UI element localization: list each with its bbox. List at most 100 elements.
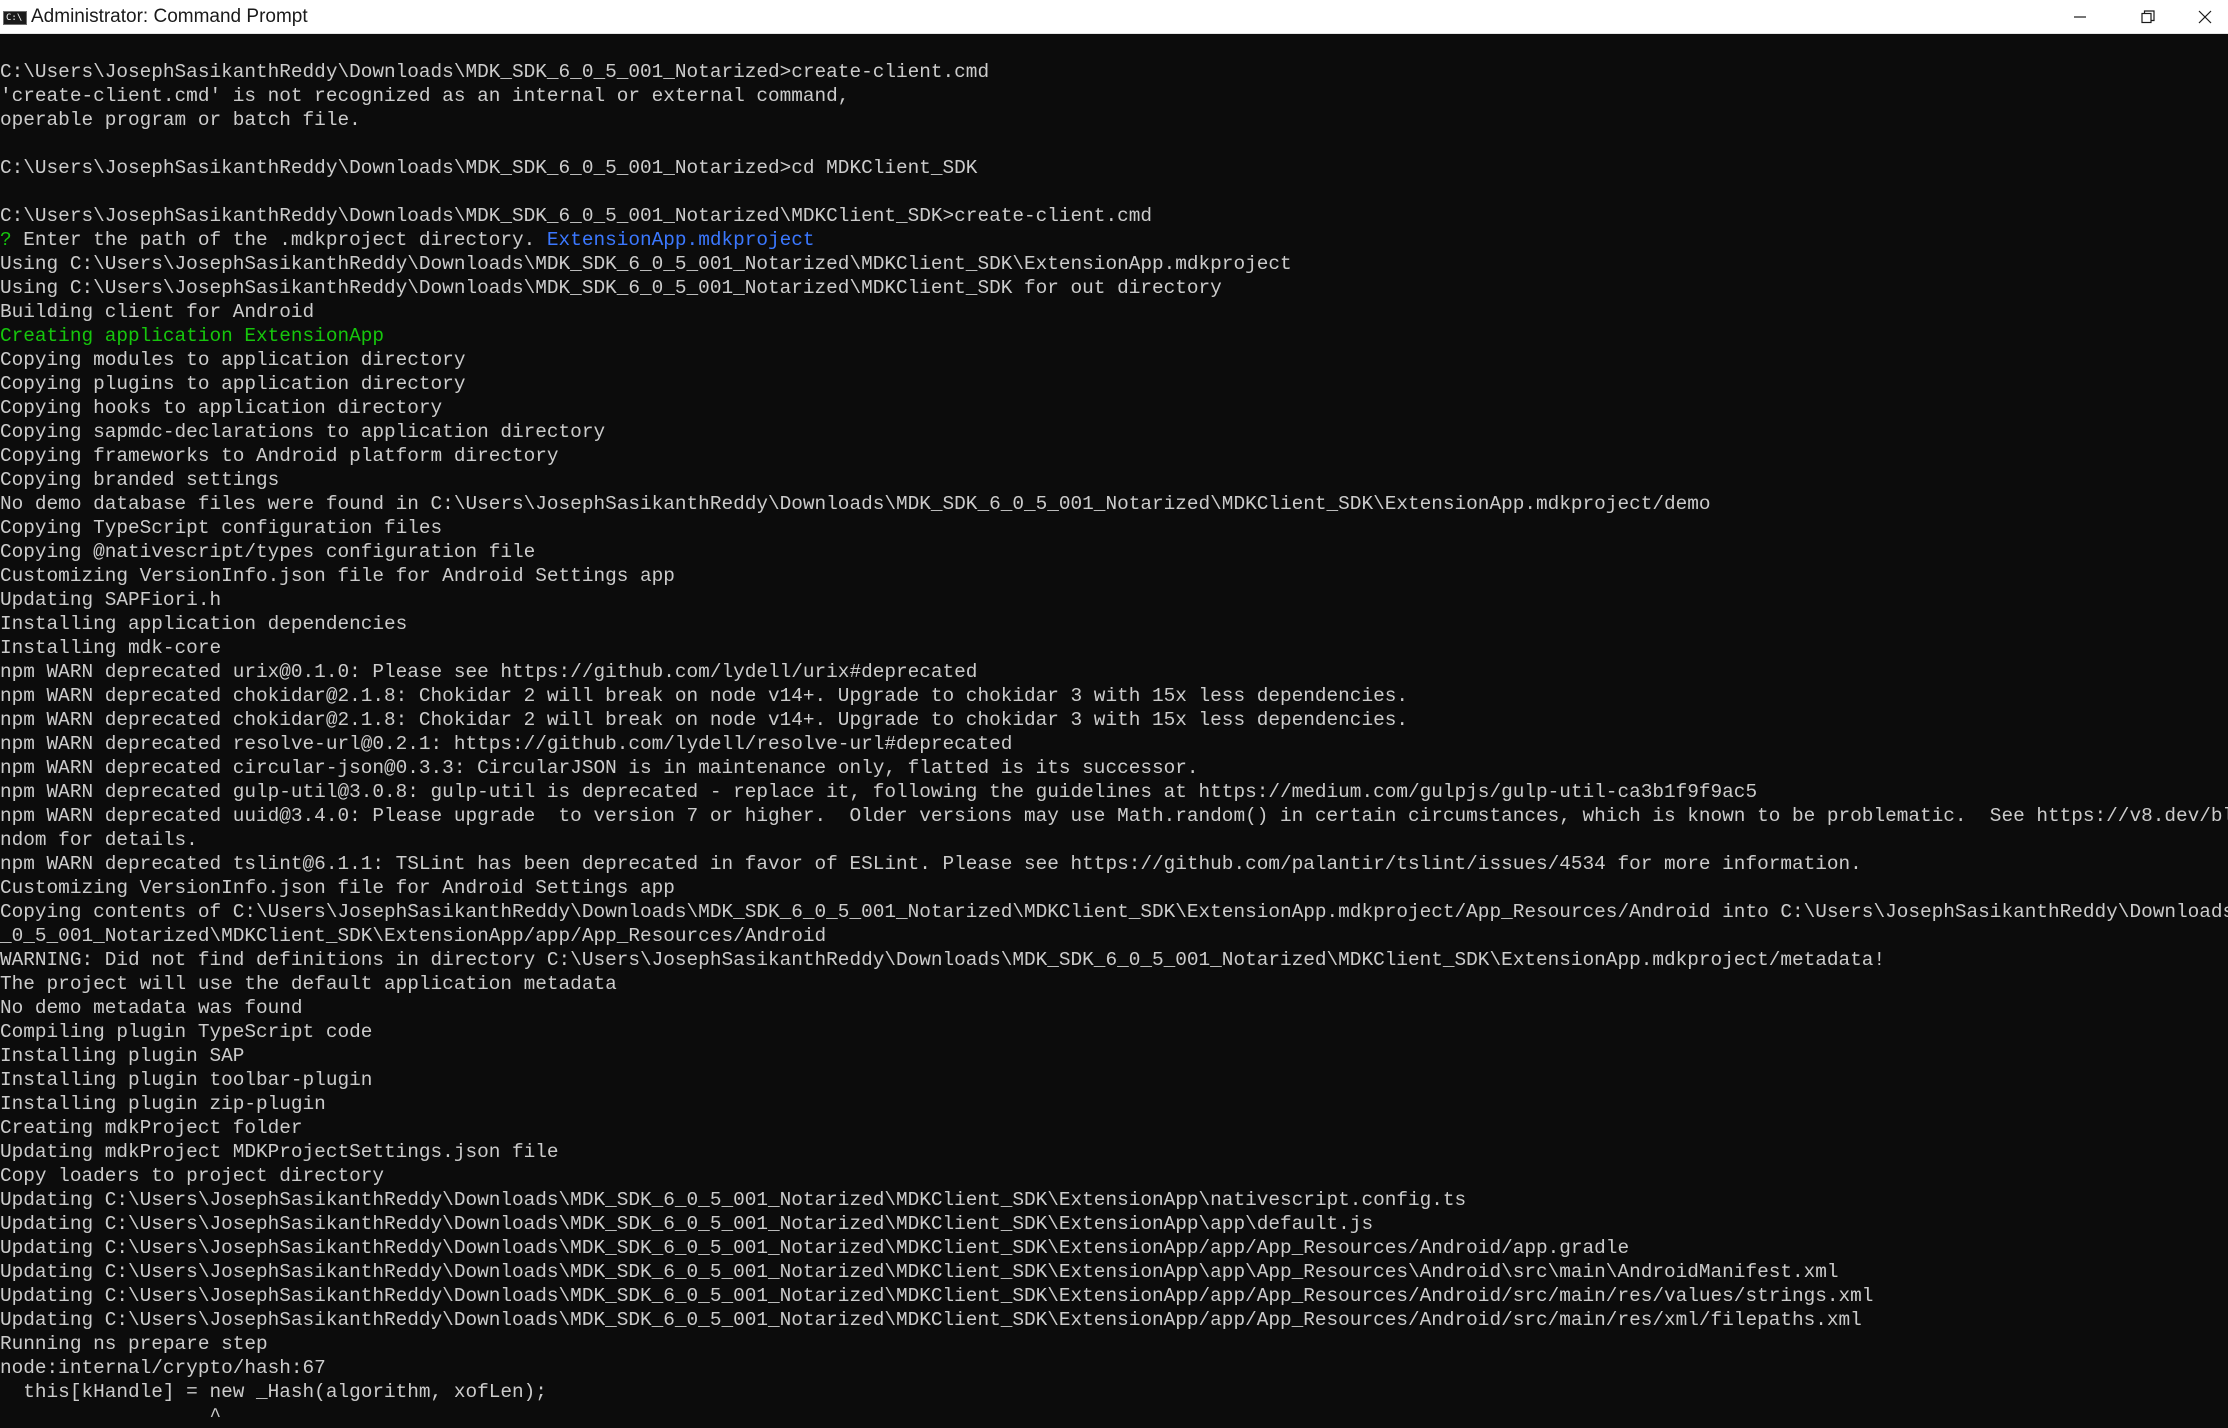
- console-line: Copying modules to application directory: [0, 348, 2228, 372]
- command-prompt-icon: C:\: [3, 11, 27, 25]
- console-line: Updating C:\Users\JosephSasikanthReddy\D…: [0, 1212, 2228, 1236]
- console-text: Using C:\Users\JosephSasikanthReddy\Down…: [0, 277, 1222, 299]
- console-line: Copy loaders to project directory: [0, 1164, 2228, 1188]
- console-line: Installing plugin SAP: [0, 1044, 2228, 1068]
- console-text: Updating C:\Users\JosephSasikanthReddy\D…: [0, 1237, 1630, 1259]
- console-line: Customizing VersionInfo.json file for An…: [0, 564, 2228, 588]
- console-line: C:\Users\JosephSasikanthReddy\Downloads\…: [0, 204, 2228, 228]
- restore-button[interactable]: [2114, 0, 2182, 34]
- console-line: Compiling plugin TypeScript code: [0, 1020, 2228, 1044]
- console-text: Updating C:\Users\JosephSasikanthReddy\D…: [0, 1285, 1874, 1307]
- console-output-area[interactable]: C:\Users\JosephSasikanthReddy\Downloads\…: [0, 34, 2228, 1428]
- console-line: Running ns prepare step: [0, 1332, 2228, 1356]
- console-line: C:\Users\JosephSasikanthReddy\Downloads\…: [0, 60, 2228, 84]
- console-text: Creating application ExtensionApp: [0, 325, 384, 347]
- console-line: ? Enter the path of the .mdkproject dire…: [0, 228, 2228, 252]
- console-line: The project will use the default applica…: [0, 972, 2228, 996]
- minimize-button[interactable]: [2046, 0, 2114, 34]
- close-button[interactable]: [2182, 0, 2228, 34]
- title-bar[interactable]: C:\ Administrator: Command Prompt: [0, 0, 2228, 34]
- console-line: Copying @nativescript/types configuratio…: [0, 540, 2228, 564]
- restore-icon: [2141, 10, 2155, 24]
- console-line: Copying frameworks to Android platform d…: [0, 444, 2228, 468]
- console-text: npm WARN deprecated tslint@6.1.1: TSLint…: [0, 853, 1862, 875]
- console-line: _0_5_001_Notarized\MDKClient_SDK\Extensi…: [0, 924, 2228, 948]
- console-text: C:\Users\JosephSasikanthReddy\Downloads\…: [0, 61, 990, 83]
- console-text: npm WARN deprecated chokidar@2.1.8: Chok…: [0, 709, 1408, 731]
- console-text: Installing plugin toolbar-plugin: [0, 1069, 373, 1091]
- console-text: Customizing VersionInfo.json file for An…: [0, 877, 675, 899]
- console-line: No demo metadata was found: [0, 996, 2228, 1020]
- console-line: Copying plugins to application directory: [0, 372, 2228, 396]
- console-text: Copying sapmdc-declarations to applicati…: [0, 421, 606, 443]
- console-line: npm WARN deprecated resolve-url@0.2.1: h…: [0, 732, 2228, 756]
- console-text: Updating C:\Users\JosephSasikanthReddy\D…: [0, 1213, 1374, 1235]
- console-line: node:internal/crypto/hash:67: [0, 1356, 2228, 1380]
- console-text: C:\Users\JosephSasikanthReddy\Downloads\…: [0, 157, 978, 179]
- console-text: 'create-client.cmd' is not recognized as…: [0, 85, 850, 107]
- console-text: Creating mdkProject folder: [0, 1117, 303, 1139]
- console-text: Compiling plugin TypeScript code: [0, 1021, 373, 1043]
- console-text: Installing plugin SAP: [0, 1045, 245, 1067]
- console-text: No demo metadata was found: [0, 997, 303, 1019]
- console-line: npm WARN deprecated chokidar@2.1.8: Chok…: [0, 708, 2228, 732]
- console-text: Running ns prepare step: [0, 1333, 268, 1355]
- console-line: Installing application dependencies: [0, 612, 2228, 636]
- console-text: npm WARN deprecated uuid@3.4.0: Please u…: [0, 805, 2228, 827]
- console-line: ndom for details.: [0, 828, 2228, 852]
- console-text: npm WARN deprecated chokidar@2.1.8: Chok…: [0, 685, 1408, 707]
- console-line: 'create-client.cmd' is not recognized as…: [0, 84, 2228, 108]
- console-text: Updating mdkProject MDKProjectSettings.j…: [0, 1141, 559, 1163]
- window-title: Administrator: Command Prompt: [31, 6, 308, 27]
- minimize-icon: [2074, 16, 2086, 18]
- console-line: Updating C:\Users\JosephSasikanthReddy\D…: [0, 1308, 2228, 1332]
- console-line: Copying hooks to application directory: [0, 396, 2228, 420]
- console-text: Updating C:\Users\JosephSasikanthReddy\D…: [0, 1309, 1862, 1331]
- console-line: Updating C:\Users\JosephSasikanthReddy\D…: [0, 1188, 2228, 1212]
- command-prompt-window: C:\ Administrator: Command Prompt C:\Use…: [0, 0, 2228, 1428]
- console-line: Using C:\Users\JosephSasikanthReddy\Down…: [0, 276, 2228, 300]
- console-text: Copying branded settings: [0, 469, 280, 491]
- console-line: Updating mdkProject MDKProjectSettings.j…: [0, 1140, 2228, 1164]
- console-text: this[kHandle] = new _Hash(algorithm, xof…: [0, 1381, 547, 1403]
- console-lines: C:\Users\JosephSasikanthReddy\Downloads\…: [0, 60, 2228, 1428]
- console-line: Copying sapmdc-declarations to applicati…: [0, 420, 2228, 444]
- console-line: Copying branded settings: [0, 468, 2228, 492]
- console-text: Copying hooks to application directory: [0, 397, 443, 419]
- console-text: Copying contents of C:\Users\JosephSasik…: [0, 901, 2228, 923]
- console-text: ExtensionApp.mdkproject: [546, 229, 815, 251]
- console-text: Installing application dependencies: [0, 613, 408, 635]
- console-text: ^: [0, 1405, 222, 1427]
- console-text: Copying modules to application directory: [0, 349, 466, 371]
- console-line: Creating mdkProject folder: [0, 1116, 2228, 1140]
- console-text: Copying @nativescript/types configuratio…: [0, 541, 536, 563]
- console-line: this[kHandle] = new _Hash(algorithm, xof…: [0, 1380, 2228, 1404]
- console-text: Copy loaders to project directory: [0, 1165, 384, 1187]
- console-line: Installing mdk-core: [0, 636, 2228, 660]
- console-text: Updating SAPFiori.h: [0, 589, 222, 611]
- console-line: operable program or batch file.: [0, 108, 2228, 132]
- console-text: npm WARN deprecated circular-json@0.3.3:…: [0, 757, 1199, 779]
- console-text: npm WARN deprecated urix@0.1.0: Please s…: [0, 661, 978, 683]
- console-text: No demo database files were found in C:\…: [0, 493, 1711, 515]
- console-line: Updating C:\Users\JosephSasikanthReddy\D…: [0, 1236, 2228, 1260]
- console-text: Copying TypeScript configuration files: [0, 517, 443, 539]
- console-line: Copying TypeScript configuration files: [0, 516, 2228, 540]
- console-line: No demo database files were found in C:\…: [0, 492, 2228, 516]
- console-line: Updating SAPFiori.h: [0, 588, 2228, 612]
- console-text: Installing mdk-core: [0, 637, 222, 659]
- console-line: Installing plugin toolbar-plugin: [0, 1068, 2228, 1092]
- console-line: ^: [0, 1404, 2228, 1428]
- console-line: WARNING: Did not find definitions in dir…: [0, 948, 2228, 972]
- console-line: Customizing VersionInfo.json file for An…: [0, 876, 2228, 900]
- console-text: operable program or batch file.: [0, 109, 361, 131]
- console-line: Installing plugin zip-plugin: [0, 1092, 2228, 1116]
- console-line: npm WARN deprecated gulp-util@3.0.8: gul…: [0, 780, 2228, 804]
- console-text: node:internal/crypto/hash:67: [0, 1357, 326, 1379]
- console-text: C:\Users\JosephSasikanthReddy\Downloads\…: [0, 205, 1152, 227]
- console-line: npm WARN deprecated uuid@3.4.0: Please u…: [0, 804, 2228, 828]
- console-text: Updating C:\Users\JosephSasikanthReddy\D…: [0, 1189, 1467, 1211]
- console-line: Updating C:\Users\JosephSasikanthReddy\D…: [0, 1284, 2228, 1308]
